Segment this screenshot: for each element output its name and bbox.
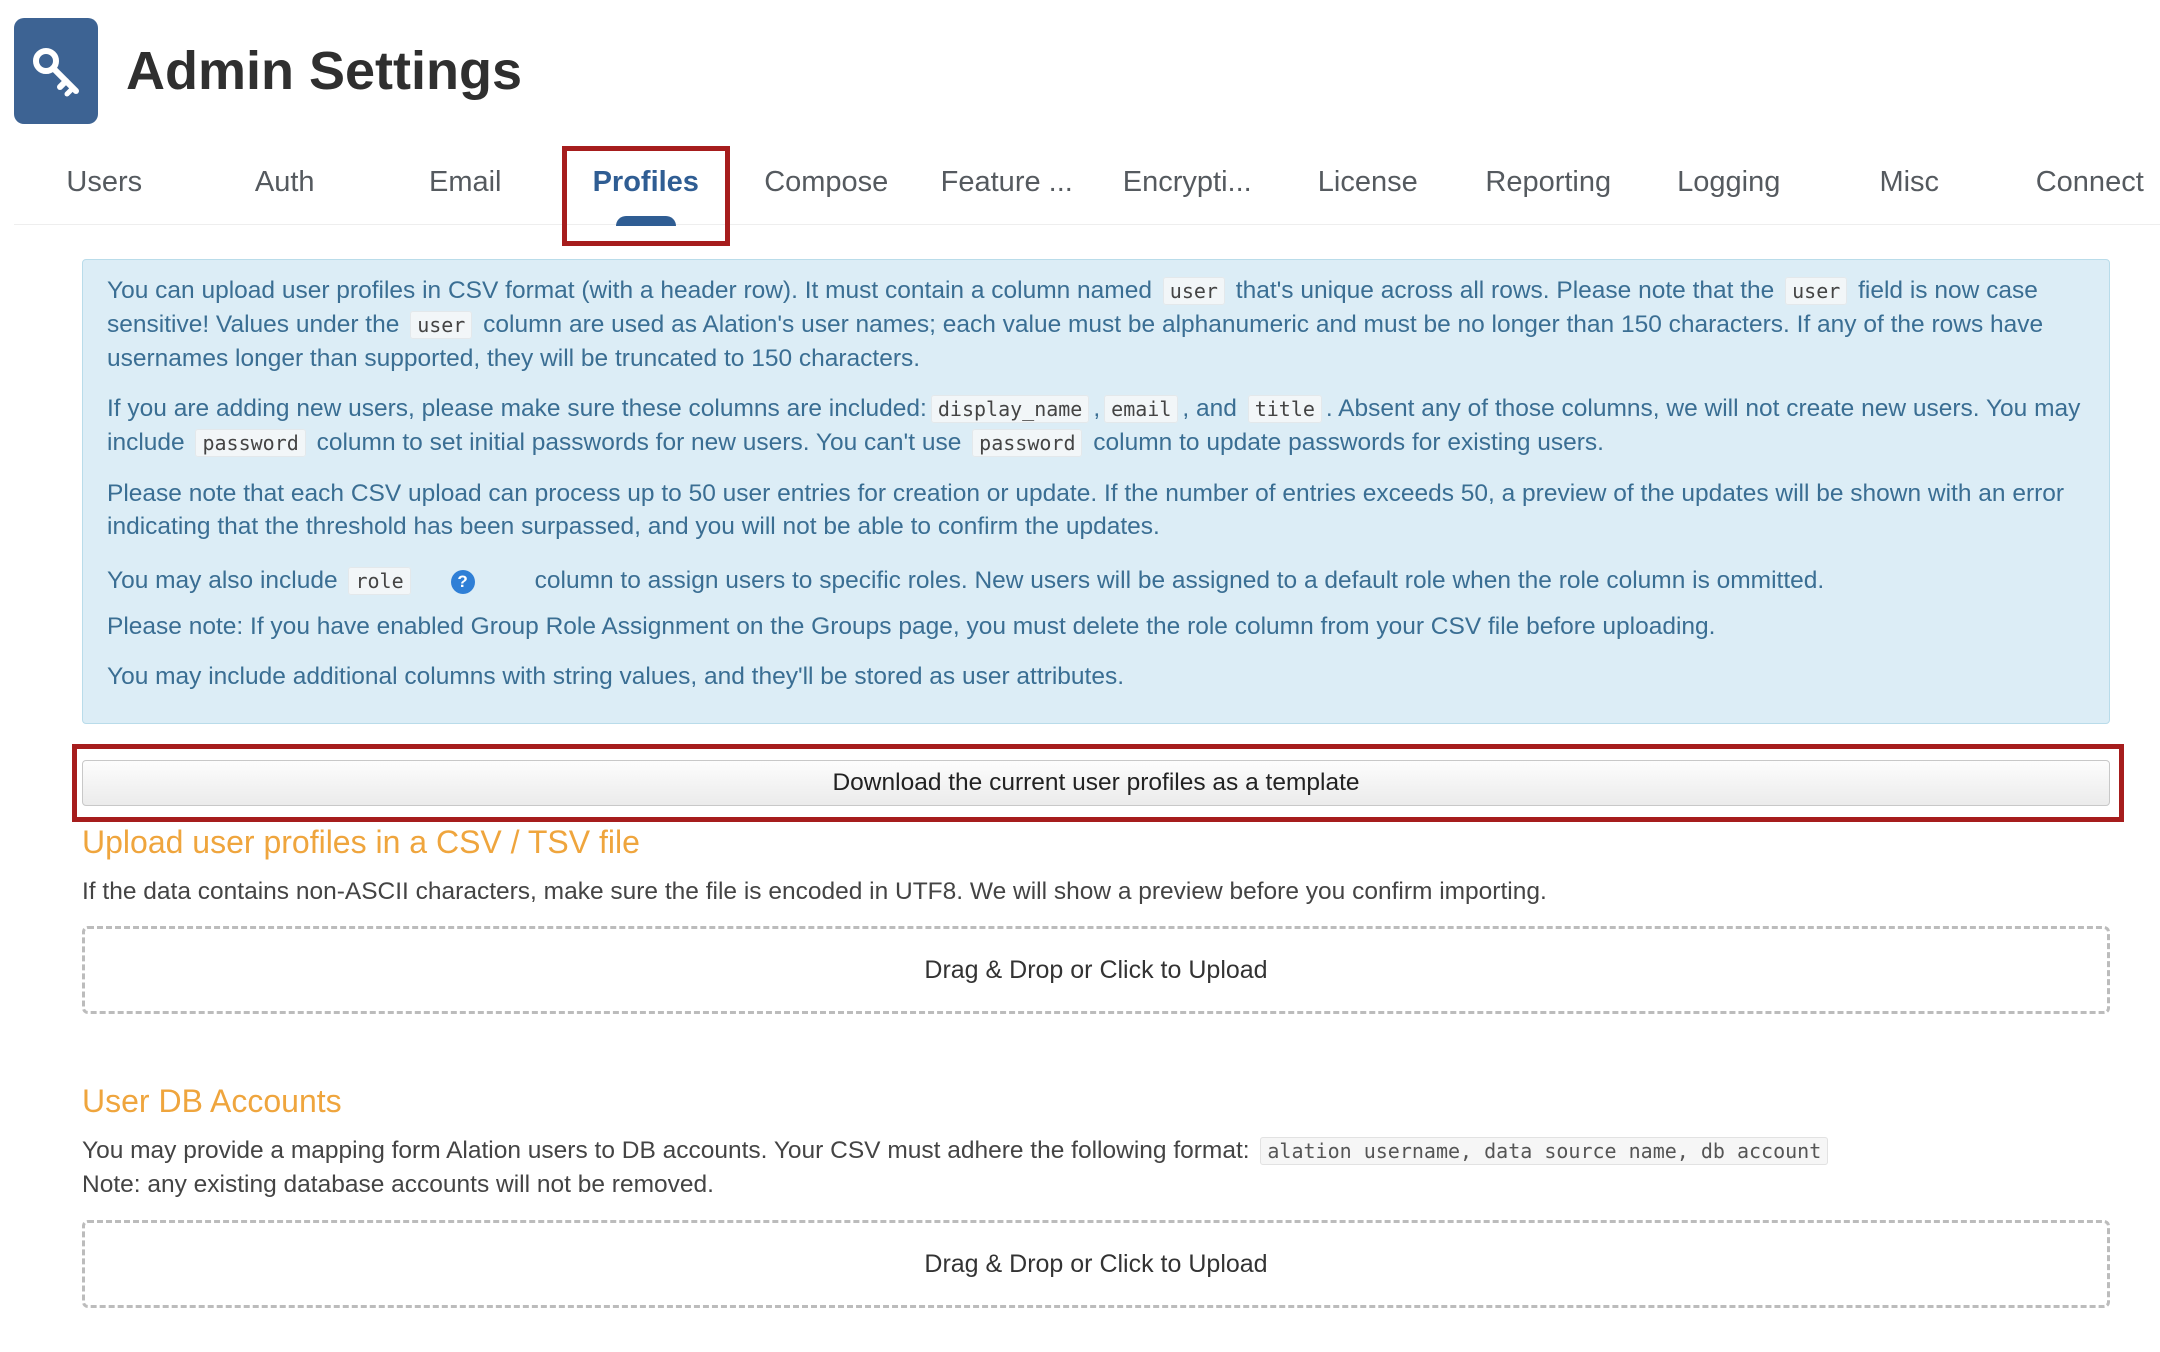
help-icon[interactable]: ? xyxy=(450,569,475,594)
tab-feature[interactable]: Feature ... xyxy=(917,146,1098,224)
tab-compose[interactable]: Compose xyxy=(736,146,917,224)
page-title: Admin Settings xyxy=(126,41,523,101)
tab-misc[interactable]: Misc xyxy=(1819,146,2000,224)
code-display-name: display_name xyxy=(930,395,1090,423)
upload-section-title: Upload user profiles in a CSV / TSV file xyxy=(82,824,640,860)
db-accounts-text: You may provide a mapping form Alation u… xyxy=(82,1137,1250,1164)
db-accounts-note: Note: any existing database accounts wil… xyxy=(82,1171,714,1198)
info-text: column to assign users to specific roles… xyxy=(534,567,1825,594)
info-text: Please note: If you have enabled Group R… xyxy=(107,613,805,640)
info-paragraph-limit: Please note that each CSV upload can pro… xyxy=(107,480,2065,540)
tab-logging[interactable]: Logging xyxy=(1639,146,1820,224)
profiles-upload-dropzone[interactable]: Drag & Drop or Click to Upload xyxy=(82,926,2110,1014)
info-text: You can upload user profiles in CSV form… xyxy=(107,277,1152,304)
code-email: email xyxy=(1104,395,1179,423)
tab-encryption[interactable]: Encrypti... xyxy=(1097,146,1278,224)
tab-profiles[interactable]: Profiles xyxy=(556,146,737,226)
tab-connect[interactable]: Connect xyxy=(2000,146,2160,224)
info-paragraph-role: You may also include role? column to assi… xyxy=(107,564,2085,598)
info-text: If you are adding new users, please make… xyxy=(107,395,927,422)
info-paragraph-attributes: You may include additional columns with … xyxy=(107,663,1125,690)
info-paragraph-new-users: If you are adding new users, please make… xyxy=(107,392,2085,460)
active-tab-indicator xyxy=(615,216,676,226)
code-role: role xyxy=(348,567,411,595)
db-accounts-section-title: User DB Accounts xyxy=(82,1083,342,1119)
code-title: title xyxy=(1247,395,1322,423)
tab-profiles-label: Profiles xyxy=(592,166,699,198)
info-text: column to set initial passwords for new … xyxy=(316,429,962,456)
db-accounts-description: You may provide a mapping form Alation u… xyxy=(82,1134,1832,1202)
groups-page-link[interactable]: Groups page xyxy=(811,613,953,640)
download-template-button[interactable]: Download the current user profiles as a … xyxy=(82,760,2110,806)
info-paragraph-csv-format: You can upload user profiles in CSV form… xyxy=(107,274,2085,375)
code-password: password xyxy=(972,429,1083,457)
upload-section-description: If the data contains non-ASCII character… xyxy=(82,878,1547,905)
tab-license[interactable]: License xyxy=(1278,146,1459,224)
code-user: user xyxy=(1162,277,1225,305)
info-text: that's unique across all rows. Please no… xyxy=(1235,277,1775,304)
info-text: column to update passwords for existing … xyxy=(1093,429,1604,456)
info-text: , you must delete the role column from y… xyxy=(952,613,1716,640)
db-accounts-upload-dropzone[interactable]: Drag & Drop or Click to Upload xyxy=(82,1220,2110,1308)
tab-auth[interactable]: Auth xyxy=(195,146,376,224)
info-text: You may also include xyxy=(107,567,338,594)
page-header: Admin Settings xyxy=(14,18,522,124)
code-db-format: alation username, data source name, db a… xyxy=(1260,1137,1829,1165)
info-text: , and xyxy=(1182,395,1237,422)
settings-tabs: Users Auth Email Profiles Compose Featur… xyxy=(14,146,2160,226)
key-icon xyxy=(14,18,98,124)
info-paragraph-group-role: Please note: If you have enabled Group R… xyxy=(107,610,2085,643)
code-user: user xyxy=(1785,277,1848,305)
info-text: , xyxy=(1093,395,1101,422)
tab-reporting[interactable]: Reporting xyxy=(1458,146,1639,224)
tab-users[interactable]: Users xyxy=(14,146,195,224)
tab-email[interactable]: Email xyxy=(375,146,556,224)
code-password: password xyxy=(195,429,306,457)
info-panel: You can upload user profiles in CSV form… xyxy=(82,259,2110,724)
code-user: user xyxy=(410,311,473,339)
